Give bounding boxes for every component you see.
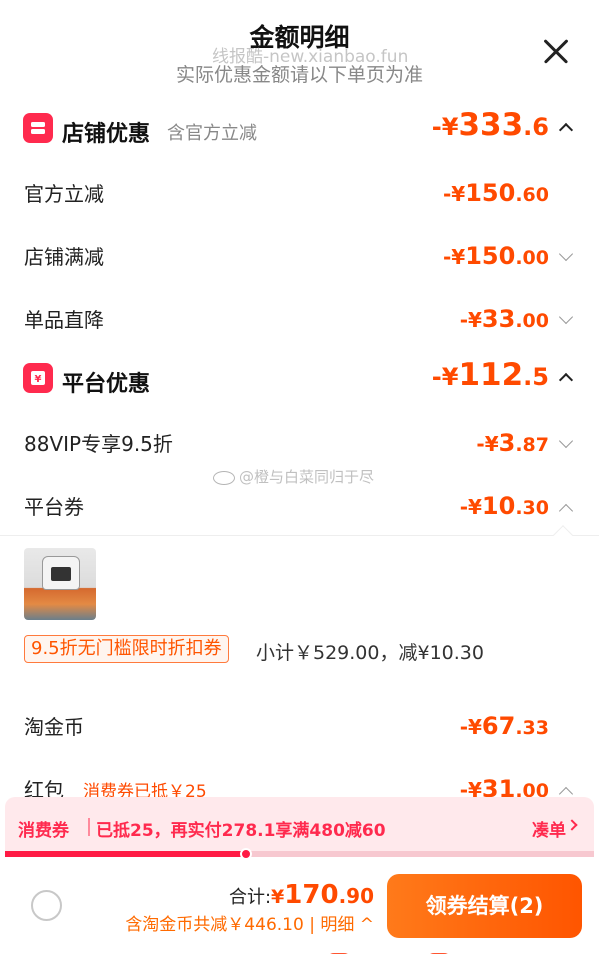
chevron-up-icon[interactable]: [558, 372, 574, 388]
coupon-tag: 9.5折无门槛限时折扣券: [24, 635, 229, 663]
discount-row-platform-coupon[interactable]: 平台券 -¥10.30: [0, 474, 599, 534]
coupon-subtotal-text: 小计￥529.00，减¥10.30: [256, 642, 484, 664]
discount-row-taojinbi: 淘金币 -¥67.33: [0, 694, 599, 754]
total-price: 合计:¥170.90: [228, 880, 374, 910]
total-discount-text[interactable]: 含淘金币共减￥446.10 | 明细 ^: [125, 910, 374, 935]
discount-label: 店铺满减: [24, 245, 104, 269]
discount-row-single-item[interactable]: 单品直降 -¥33.00: [0, 287, 599, 347]
discount-label: 单品直降: [24, 308, 104, 332]
chevron-down-icon[interactable]: [558, 433, 574, 449]
chevron-up-icon[interactable]: [558, 122, 574, 138]
checkout-button[interactable]: 领券结算(2): [387, 874, 582, 938]
discount-row-store-full[interactable]: 店铺满减 -¥150.00: [0, 224, 599, 284]
banner-text: 已抵25，再实付278.1享满480减60: [96, 821, 386, 841]
store-icon: [23, 113, 53, 143]
progress-fill: [5, 851, 247, 857]
air-fryer-image: [42, 556, 80, 590]
discount-label: 官方立减: [24, 182, 104, 206]
discount-label: 平台券: [24, 495, 84, 519]
discount-amount: -¥33.00: [459, 305, 549, 333]
store-discount-header[interactable]: 店铺优惠 含官方立减 -¥333.6: [0, 98, 599, 158]
chevron-up-icon[interactable]: ^: [360, 915, 374, 935]
discount-amount: -¥67.33: [459, 712, 549, 740]
discount-amount: -¥3.87: [476, 429, 549, 457]
platform-discount-amount: -¥112.5: [431, 357, 549, 393]
discount-row-official: 官方立减 -¥150.60: [0, 161, 599, 221]
chevron-up-icon[interactable]: [558, 503, 574, 519]
discount-label: 88VIP专享9.5折: [24, 432, 173, 456]
chevron-down-icon[interactable]: [558, 246, 574, 262]
coupon-detail-panel: 9.5折无门槛限时折扣券 小计￥529.00，减¥10.30: [0, 525, 599, 690]
select-all-radio[interactable]: [31, 890, 62, 921]
checkout-footer: 合计:¥170.90 含淘金币共减￥446.10 | 明细 ^ 领券结算(2): [0, 858, 599, 954]
store-discount-amount: -¥333.6: [431, 107, 549, 143]
banner-label: 消费券: [18, 821, 69, 841]
discount-amount: -¥150.00: [443, 242, 549, 270]
platform-discount-title: 平台优惠: [62, 372, 151, 397]
banner-divider: [88, 818, 90, 836]
discount-label: 淘金币: [24, 715, 84, 739]
store-discount-title: 店铺优惠: [62, 122, 151, 147]
product-thumbnail[interactable]: [24, 548, 96, 620]
chevron-down-icon[interactable]: [558, 309, 574, 325]
discount-row-88vip[interactable]: 88VIP专享9.5折 -¥3.87: [0, 411, 599, 471]
platform-discount-header[interactable]: ¥ 平台优惠 -¥112.5: [0, 348, 599, 408]
discount-amount: -¥10.30: [459, 492, 549, 520]
discount-amount: -¥150.60: [443, 179, 549, 207]
modal-subtitle: 实际优惠金额请以下单页为准: [175, 64, 423, 86]
close-icon[interactable]: [537, 32, 575, 70]
platform-icon: ¥: [23, 363, 53, 393]
svg-text:¥: ¥: [35, 374, 42, 385]
chevron-right-icon[interactable]: [566, 819, 578, 831]
add-items-link[interactable]: 凑单: [532, 816, 566, 841]
coupon-banner[interactable]: 消费券 已抵25，再实付278.1享满480减60 凑单: [5, 797, 594, 855]
store-discount-subtitle: 含官方立减: [167, 123, 257, 144]
detail-link[interactable]: 明细: [320, 915, 354, 935]
modal-header: 金额明细 线报酷-new.xianbao.fun 实际优惠金额请以下单页为准: [0, 0, 599, 100]
